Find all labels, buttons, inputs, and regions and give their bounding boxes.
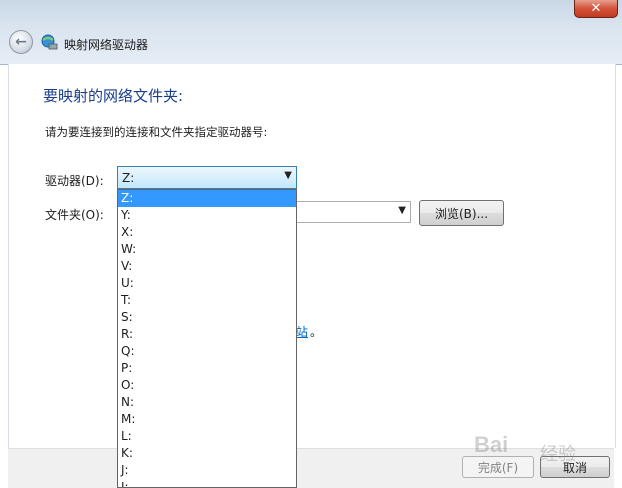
drive-dropdown-list[interactable]: Z: Y: X: W: V: U: T: S: R: Q: P: O: N: M: L: K: J: I:: [117, 189, 297, 488]
browse-button[interactable]: 浏览(B)...: [419, 200, 504, 226]
window-title: 映射网络驱动器: [64, 38, 149, 52]
drive-option[interactable]: S:: [118, 309, 296, 326]
back-arrow-icon: ←: [15, 34, 27, 50]
drive-option[interactable]: L:: [118, 428, 296, 445]
finish-button[interactable]: 完成(F): [462, 456, 534, 478]
drive-option[interactable]: X:: [118, 224, 296, 241]
back-button[interactable]: ←: [9, 30, 33, 54]
watermark-subtitle: 经验: [540, 444, 576, 465]
instruction-text: 请为要连接到的连接和文件夹指定驱动器号:: [45, 125, 268, 139]
network-drive-icon: [41, 34, 58, 50]
folder-combobox[interactable]: ▼: [297, 201, 411, 223]
drive-option[interactable]: O:: [118, 377, 296, 394]
dropdown-arrow-icon[interactable]: ▼: [398, 205, 406, 216]
drive-option[interactable]: V:: [118, 258, 296, 275]
drive-option[interactable]: Q:: [118, 343, 296, 360]
drive-option[interactable]: J:: [118, 462, 296, 479]
drive-option[interactable]: Z:: [118, 190, 296, 207]
drive-option[interactable]: K:: [118, 445, 296, 462]
drive-option[interactable]: P:: [118, 360, 296, 377]
watermark-logo: Bai: [474, 432, 509, 457]
drive-option[interactable]: Y:: [118, 207, 296, 224]
page-heading: 要映射的网络文件夹:: [43, 87, 184, 105]
drive-label: 驱动器(D):: [45, 174, 104, 188]
drive-option[interactable]: I:: [118, 479, 296, 487]
drive-option[interactable]: M:: [118, 411, 296, 428]
drive-select[interactable]: Z: ▼: [117, 166, 297, 189]
close-button[interactable]: ✕: [574, 0, 618, 18]
folder-label: 文件夹(O):: [45, 208, 104, 222]
title-bar: [0, 0, 622, 65]
link-trailing-punctuation: 。: [310, 325, 323, 339]
drive-option[interactable]: T:: [118, 292, 296, 309]
drive-option[interactable]: W:: [118, 241, 296, 258]
close-icon: ✕: [590, 1, 602, 16]
drive-option[interactable]: R:: [118, 326, 296, 343]
dropdown-arrow-icon: ▼: [284, 170, 292, 181]
help-link-fragment[interactable]: 站: [296, 323, 308, 340]
drive-select-value: Z:: [122, 171, 135, 185]
content-panel: [8, 64, 616, 448]
drive-option[interactable]: U:: [118, 275, 296, 292]
map-network-drive-window: ✕ ← 映射网络驱动器 要映射的网络文件夹: 请为要连接到的连接和文件夹指定驱动…: [0, 0, 622, 488]
drive-option[interactable]: N:: [118, 394, 296, 411]
